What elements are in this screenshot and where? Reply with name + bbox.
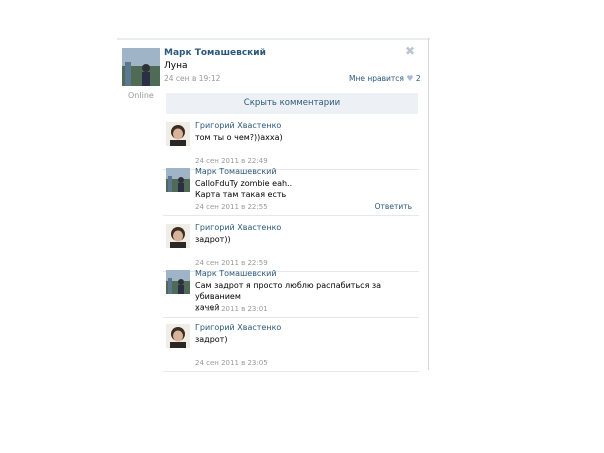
comment-author-link[interactable]: Григорий Хвастенко <box>195 323 281 332</box>
comment-avatar[interactable] <box>166 168 190 192</box>
wall-post: Марк Томашевский Луна 24 сен в 19:12 ✖ М… <box>121 44 421 90</box>
comment-text: CalloFduTy zombie eah.. Карта там такая … <box>195 178 292 200</box>
comment-author-link[interactable]: Марк Томашевский <box>195 269 277 278</box>
comment-text: задрот)) <box>195 235 231 244</box>
comment-item: Марк Томашевский Сам задрот я просто люб… <box>163 264 419 318</box>
reply-button[interactable]: Ответить <box>375 202 412 211</box>
comment-text-line: CalloFduTy zombie eah.. <box>195 179 293 188</box>
comment-date-link[interactable]: 24 сен 2011 в 23:01 <box>195 305 268 313</box>
comment-item: Марк Томашевский CalloFduTy zombie eah..… <box>163 162 419 216</box>
post-author-link[interactable]: Марк Томашевский <box>164 48 266 58</box>
like-count: 2 <box>415 74 421 83</box>
comment-avatar[interactable] <box>166 224 190 248</box>
comment-text: задрот) <box>195 335 228 344</box>
like-button[interactable]: Мне нравится ♥ 2 <box>349 74 421 83</box>
top-divider <box>117 38 430 40</box>
comment-avatar[interactable] <box>166 324 190 348</box>
heart-icon: ♥ <box>406 74 414 83</box>
hide-comments-button[interactable]: Скрыть комментарии <box>166 93 418 114</box>
online-status: Online <box>128 91 154 100</box>
comment-item: Григорий Хвастенко задрот) 24 сен 2011 в… <box>163 318 419 372</box>
like-label: Мне нравится <box>349 74 404 83</box>
post-text: Луна <box>164 61 188 71</box>
comment-text-line: Сам задрот я просто люблю распабиться за… <box>195 281 382 301</box>
comment-avatar[interactable] <box>166 122 190 146</box>
comment-author-link[interactable]: Григорий Хвастенко <box>195 121 281 130</box>
divider <box>163 371 419 372</box>
avatar[interactable] <box>122 48 160 86</box>
comment-date-link[interactable]: 24 сен 2011 в 22:55 <box>195 203 268 211</box>
comment-author-link[interactable]: Григорий Хвастенко <box>195 223 281 232</box>
divider <box>163 215 419 216</box>
comment-date-link[interactable]: 24 сен 2011 в 23:05 <box>195 359 268 367</box>
comment-author-link[interactable]: Марк Томашевский <box>195 167 277 176</box>
comment-avatar[interactable] <box>166 270 190 294</box>
comment-text-line: Карта там такая есть <box>195 190 287 199</box>
column-border <box>428 38 429 370</box>
post-date-link[interactable]: 24 сен в 19:12 <box>164 74 220 83</box>
comment-text: том ты о чем?))ахха) <box>195 133 283 142</box>
close-icon[interactable]: ✖ <box>405 44 415 58</box>
